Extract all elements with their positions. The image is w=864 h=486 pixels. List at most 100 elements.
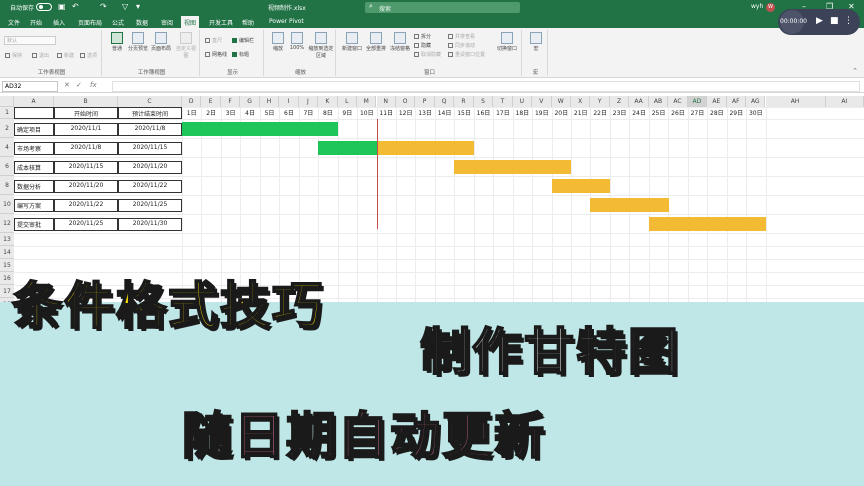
start-date-cell[interactable]: 2020/11/1 — [54, 123, 118, 136]
column-header-i[interactable]: I — [279, 96, 299, 107]
tab-insert[interactable]: 插入 — [53, 18, 65, 27]
column-header-u[interactable]: U — [512, 96, 533, 107]
header-start-time[interactable]: 开始时间 — [54, 107, 118, 119]
sheet-view-options-button[interactable]: 选项 — [80, 52, 97, 59]
autosave-toggle[interactable] — [36, 3, 52, 11]
row-header-14[interactable]: 14 — [0, 246, 14, 259]
column-header-v[interactable]: V — [532, 96, 552, 107]
day-header-12[interactable]: 12日 — [396, 108, 415, 119]
day-header-10[interactable]: 10日 — [357, 108, 376, 119]
day-header-18[interactable]: 18日 — [513, 108, 532, 119]
name-box[interactable]: AD32 — [2, 81, 58, 92]
column-header-z[interactable]: Z — [609, 96, 630, 107]
column-header-af[interactable]: AF — [726, 96, 747, 107]
start-date-cell[interactable]: 2020/11/20 — [54, 180, 118, 193]
column-header-x[interactable]: X — [571, 96, 591, 107]
column-header-j[interactable]: J — [298, 96, 319, 107]
start-date-cell[interactable]: 2020/11/22 — [54, 199, 118, 212]
start-date-cell[interactable]: 2020/11/25 — [54, 218, 118, 231]
insert-function-icon[interactable]: fx — [90, 81, 97, 89]
row-header-12[interactable]: 12 — [0, 214, 14, 233]
day-header-6[interactable]: 6日 — [279, 108, 298, 119]
day-header-17[interactable]: 17日 — [493, 108, 512, 119]
switch-windows-button[interactable]: 切换窗口 — [494, 32, 520, 52]
column-header-s[interactable]: S — [473, 96, 494, 107]
column-header-aa[interactable]: AA — [629, 96, 649, 107]
day-header-24[interactable]: 24日 — [629, 108, 648, 119]
tab-data[interactable]: 数据 — [136, 18, 148, 27]
day-header-13[interactable]: 13日 — [415, 108, 434, 119]
day-header-2[interactable]: 2日 — [201, 108, 220, 119]
tab-formulas[interactable]: 公式 — [112, 18, 124, 27]
unhide-button[interactable]: 取消隐藏 — [414, 51, 441, 58]
formula-input[interactable] — [112, 81, 860, 92]
tab-power-pivot[interactable]: Power Pivot — [269, 18, 304, 25]
column-header-ai[interactable]: AI — [825, 96, 864, 107]
column-header-d[interactable]: D — [182, 96, 202, 107]
column-header-k[interactable]: K — [318, 96, 338, 107]
day-header-1[interactable]: 1日 — [182, 108, 201, 119]
column-header-ac[interactable]: AC — [668, 96, 688, 107]
page-layout-view-button[interactable]: 页面布局 — [149, 32, 173, 52]
tab-page-layout[interactable]: 页面布局 — [78, 18, 102, 27]
day-header-27[interactable]: 27日 — [688, 108, 707, 119]
tab-help[interactable]: 帮助 — [242, 18, 254, 27]
split-button[interactable]: 拆分 — [414, 33, 431, 40]
day-header-26[interactable]: 26日 — [668, 108, 687, 119]
column-header-ah[interactable]: AH — [765, 96, 826, 107]
task-name-cell[interactable]: 数据分析 — [14, 180, 54, 193]
column-header-l[interactable]: L — [337, 96, 358, 107]
day-header-4[interactable]: 4日 — [240, 108, 259, 119]
row-header-4[interactable]: 4 — [0, 138, 14, 157]
redo-icon[interactable]: ↷ — [100, 2, 107, 11]
new-window-button[interactable]: 新建窗口 — [340, 32, 364, 52]
day-header-30[interactable]: 30日 — [746, 108, 765, 119]
row-header-8[interactable]: 8 — [0, 176, 14, 195]
task-name-cell[interactable]: 市场考察 — [14, 142, 54, 155]
keep-sheet-view-button[interactable]: 保持 — [5, 52, 22, 59]
zoom-100-button[interactable]: 100% — [288, 32, 306, 51]
stop-icon[interactable]: ■ — [830, 16, 839, 26]
custom-views-button[interactable]: 自定义视图 — [174, 32, 198, 59]
end-date-cell[interactable]: 2020/11/25 — [118, 199, 182, 212]
file-name[interactable]: 视频制作.xlsx — [268, 3, 306, 12]
column-header-t[interactable]: T — [493, 96, 513, 107]
row-header-1[interactable]: 1 — [0, 107, 14, 119]
formula-bar-checkbox[interactable]: 编辑栏 — [232, 37, 254, 44]
day-header-28[interactable]: 28日 — [707, 108, 726, 119]
column-header-p[interactable]: P — [415, 96, 435, 107]
tab-review[interactable]: 审阅 — [161, 18, 173, 27]
column-header-c[interactable]: C — [118, 96, 182, 107]
column-header-h[interactable]: H — [259, 96, 280, 107]
column-header-y[interactable]: Y — [590, 96, 610, 107]
day-header-15[interactable]: 15日 — [454, 108, 473, 119]
sync-scroll-button[interactable]: 同步滚动 — [448, 42, 475, 49]
end-date-cell[interactable]: 2020/11/20 — [118, 161, 182, 174]
column-header-ae[interactable]: AE — [707, 96, 727, 107]
start-date-cell[interactable]: 2020/11/15 — [54, 161, 118, 174]
undo-icon[interactable]: ↶ — [72, 2, 79, 11]
column-header-a[interactable]: A — [14, 96, 54, 107]
gridlines-checkbox[interactable]: 网格线 — [205, 51, 227, 58]
day-header-3[interactable]: 3日 — [221, 108, 240, 119]
row-header-13[interactable]: 13 — [0, 233, 14, 246]
day-header-8[interactable]: 8日 — [318, 108, 337, 119]
column-header-n[interactable]: N — [376, 96, 396, 107]
column-header-ad[interactable]: AD — [687, 96, 708, 107]
row-header-10[interactable]: 10 — [0, 195, 14, 214]
search-input[interactable]: ⌕ 搜索 — [365, 2, 520, 13]
column-header-m[interactable]: M — [357, 96, 377, 107]
cancel-icon[interactable]: ✕ — [64, 81, 70, 89]
zoom-button[interactable]: 缩放 — [269, 32, 287, 52]
day-header-11[interactable]: 11日 — [377, 108, 396, 119]
row-header-6[interactable]: 6 — [0, 157, 14, 176]
normal-view-button[interactable]: 普通 — [107, 32, 127, 52]
end-date-cell[interactable]: 2020/11/15 — [118, 142, 182, 155]
day-header-25[interactable]: 25日 — [649, 108, 668, 119]
task-name-cell[interactable]: 编写方案 — [14, 199, 54, 212]
save-icon[interactable]: ▣ — [58, 2, 66, 11]
day-header-16[interactable]: 16日 — [474, 108, 493, 119]
cell-a1[interactable] — [14, 107, 54, 119]
enter-icon[interactable]: ✓ — [76, 81, 82, 89]
freeze-panes-button[interactable]: 冻结窗格 — [388, 32, 412, 52]
